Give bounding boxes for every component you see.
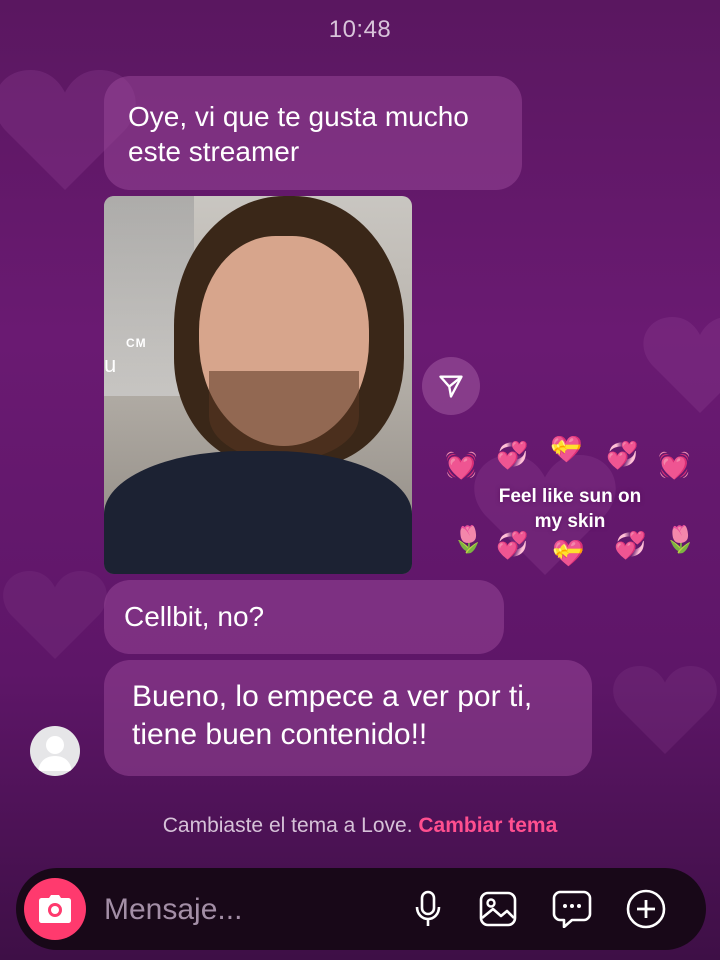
sticker-caption-line: my skin [534, 511, 606, 532]
microphone-button[interactable] [408, 889, 448, 929]
message-bubble[interactable]: Oye, vi que te gusta mucho este streamer [104, 76, 522, 190]
video-overlay-char: u [104, 352, 117, 377]
default-avatar-icon [38, 736, 72, 771]
background-heart-icon [610, 660, 720, 760]
sticker-caption: Feel like sun on my skin [470, 484, 670, 534]
message-timestamp: 10:48 [328, 16, 392, 43]
heart-emoji-icon: 💓 [658, 450, 691, 480]
heart-emoji-icon: 💓 [445, 450, 478, 480]
message-bubble[interactable]: Bueno, lo empece a ver por ti, tiene bue… [104, 660, 592, 776]
video-person-beard [209, 371, 359, 461]
shared-video-thumbnail[interactable]: CM u [104, 196, 412, 574]
sticker: 💓 💞 💝 💞 💓 🌷 💞 💝 💞 🌷 Feel like sun on my … [440, 436, 700, 576]
paper-plane-icon [439, 375, 463, 398]
video-person-shirt [104, 451, 412, 574]
sticker-chat-icon [552, 890, 592, 928]
heart-emoji-icon: 💝 [552, 538, 585, 568]
message-bubble[interactable]: Cellbit, no? [104, 580, 504, 654]
heart-emoji-icon: 💞 [606, 440, 639, 470]
background-heart-icon [640, 290, 720, 440]
microphone-icon [415, 890, 441, 926]
heart-emoji-icon: 💞 [496, 530, 529, 560]
message-input[interactable] [102, 888, 406, 932]
background-heart-icon [0, 560, 110, 670]
camera-icon [39, 895, 71, 923]
theme-change-text: Cambiaste el tema a Love. [162, 814, 413, 837]
camera-button[interactable] [24, 878, 86, 940]
gallery-icon [479, 891, 517, 927]
heart-emoji-icon: 💞 [614, 530, 647, 560]
theme-change-notice: Cambiaste el tema a Love. Cambiar tema [0, 814, 720, 838]
heart-emoji-icon: 💝 [550, 434, 583, 464]
message-composer [16, 868, 706, 950]
gallery-button[interactable] [478, 889, 518, 929]
avatar[interactable] [30, 726, 80, 776]
sticker-caption-line: Feel like sun on [498, 486, 642, 507]
change-theme-link[interactable]: Cambiar tema [418, 814, 557, 837]
share-button[interactable] [422, 357, 480, 415]
video-overlay-label: CM [126, 336, 147, 350]
sticker-chat-button[interactable] [552, 889, 592, 929]
more-options-button[interactable] [626, 889, 666, 929]
heart-emoji-icon: 💞 [496, 440, 529, 470]
plus-icon [626, 889, 666, 929]
